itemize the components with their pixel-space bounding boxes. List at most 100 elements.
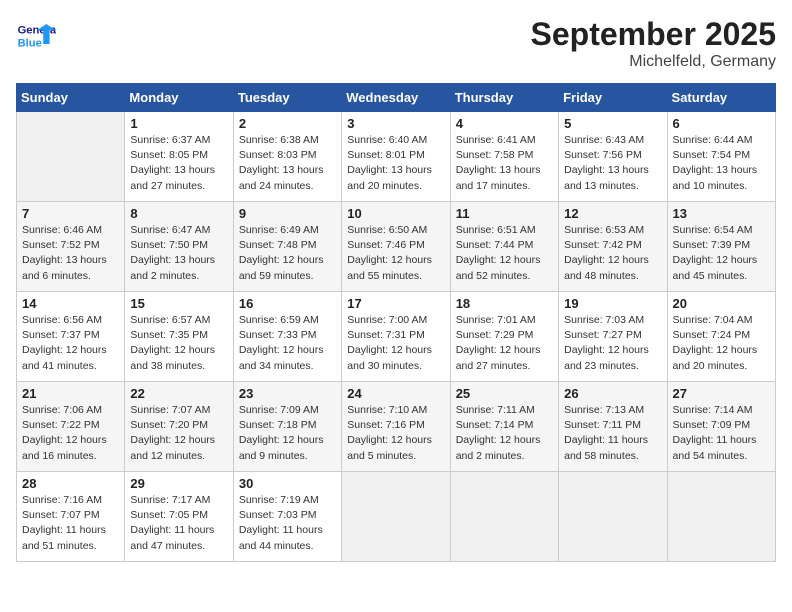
day-number: 24 (347, 386, 444, 401)
day-info: Sunrise: 6:44 AM Sunset: 7:54 PM Dayligh… (673, 133, 770, 194)
day-info: Sunrise: 7:16 AM Sunset: 7:07 PM Dayligh… (22, 493, 119, 554)
day-number: 2 (239, 116, 336, 131)
day-number: 22 (130, 386, 227, 401)
calendar-cell: 22 Sunrise: 7:07 AM Sunset: 7:20 PM Dayli… (125, 382, 233, 472)
day-number: 6 (673, 116, 770, 131)
day-info: Sunrise: 6:47 AM Sunset: 7:50 PM Dayligh… (130, 223, 227, 284)
weekday-header-sunday: Sunday (17, 84, 125, 112)
calendar-cell (17, 112, 125, 202)
day-number: 13 (673, 206, 770, 221)
day-info: Sunrise: 6:54 AM Sunset: 7:39 PM Dayligh… (673, 223, 770, 284)
calendar-week-3: 14 Sunrise: 6:56 AM Sunset: 7:37 PM Dayli… (17, 292, 776, 382)
calendar-cell: 7 Sunrise: 6:46 AM Sunset: 7:52 PM Daylig… (17, 202, 125, 292)
calendar-cell: 6 Sunrise: 6:44 AM Sunset: 7:54 PM Daylig… (667, 112, 775, 202)
day-number: 5 (564, 116, 661, 131)
calendar-cell (342, 472, 450, 562)
day-info: Sunrise: 7:14 AM Sunset: 7:09 PM Dayligh… (673, 403, 770, 464)
day-number: 26 (564, 386, 661, 401)
calendar-table: SundayMondayTuesdayWednesdayThursdayFrid… (16, 83, 776, 562)
day-info: Sunrise: 7:07 AM Sunset: 7:20 PM Dayligh… (130, 403, 227, 464)
calendar-cell: 23 Sunrise: 7:09 AM Sunset: 7:18 PM Dayli… (233, 382, 341, 472)
calendar-cell: 1 Sunrise: 6:37 AM Sunset: 8:05 PM Daylig… (125, 112, 233, 202)
weekday-header-thursday: Thursday (450, 84, 558, 112)
calendar-cell: 30 Sunrise: 7:19 AM Sunset: 7:03 PM Dayli… (233, 472, 341, 562)
day-info: Sunrise: 7:03 AM Sunset: 7:27 PM Dayligh… (564, 313, 661, 374)
day-number: 10 (347, 206, 444, 221)
calendar-cell: 25 Sunrise: 7:11 AM Sunset: 7:14 PM Dayli… (450, 382, 558, 472)
day-number: 30 (239, 476, 336, 491)
day-info: Sunrise: 6:49 AM Sunset: 7:48 PM Dayligh… (239, 223, 336, 284)
calendar-cell: 21 Sunrise: 7:06 AM Sunset: 7:22 PM Dayli… (17, 382, 125, 472)
calendar-cell: 11Sunrise: 6:51 AM Sunset: 7:44 PM Dayli… (450, 202, 558, 292)
day-number: 4 (456, 116, 553, 131)
location: Michelfeld, Germany (531, 53, 776, 71)
calendar-cell: 15Sunrise: 6:57 AM Sunset: 7:35 PM Dayli… (125, 292, 233, 382)
logo-icon: General Blue (16, 16, 56, 56)
day-info: Sunrise: 6:56 AM Sunset: 7:37 PM Dayligh… (22, 313, 119, 374)
day-number: 14 (22, 296, 119, 311)
day-info: Sunrise: 6:46 AM Sunset: 7:52 PM Dayligh… (22, 223, 119, 284)
day-info: Sunrise: 6:40 AM Sunset: 8:01 PM Dayligh… (347, 133, 444, 194)
day-info: Sunrise: 6:43 AM Sunset: 7:56 PM Dayligh… (564, 133, 661, 194)
calendar-cell: 9 Sunrise: 6:49 AM Sunset: 7:48 PM Daylig… (233, 202, 341, 292)
day-number: 3 (347, 116, 444, 131)
day-info: Sunrise: 7:17 AM Sunset: 7:05 PM Dayligh… (130, 493, 227, 554)
day-number: 17 (347, 296, 444, 311)
day-number: 23 (239, 386, 336, 401)
day-info: Sunrise: 6:59 AM Sunset: 7:33 PM Dayligh… (239, 313, 336, 374)
logo: General Blue (16, 16, 60, 56)
weekday-header-friday: Friday (559, 84, 667, 112)
calendar-cell: 5 Sunrise: 6:43 AM Sunset: 7:56 PM Daylig… (559, 112, 667, 202)
month-title: September 2025 (531, 16, 776, 53)
calendar-cell: 12 Sunrise: 6:53 AM Sunset: 7:42 PM Dayli… (559, 202, 667, 292)
calendar-cell: 10 Sunrise: 6:50 AM Sunset: 7:46 PM Dayli… (342, 202, 450, 292)
calendar-cell: 29 Sunrise: 7:17 AM Sunset: 7:05 PM Dayli… (125, 472, 233, 562)
day-info: Sunrise: 6:37 AM Sunset: 8:05 PM Dayligh… (130, 133, 227, 194)
calendar-cell: 19 Sunrise: 7:03 AM Sunset: 7:27 PM Dayli… (559, 292, 667, 382)
page-header: General Blue September 2025 Michelfeld, … (16, 16, 776, 71)
weekday-header-wednesday: Wednesday (342, 84, 450, 112)
weekday-header-monday: Monday (125, 84, 233, 112)
day-number: 28 (22, 476, 119, 491)
calendar-cell: 18 Sunrise: 7:01 AM Sunset: 7:29 PM Dayli… (450, 292, 558, 382)
weekday-header-tuesday: Tuesday (233, 84, 341, 112)
day-info: Sunrise: 6:38 AM Sunset: 8:03 PM Dayligh… (239, 133, 336, 194)
calendar-week-2: 7 Sunrise: 6:46 AM Sunset: 7:52 PM Daylig… (17, 202, 776, 292)
day-number: 21 (22, 386, 119, 401)
day-info: Sunrise: 7:06 AM Sunset: 7:22 PM Dayligh… (22, 403, 119, 464)
day-info: Sunrise: 7:11 AM Sunset: 7:14 PM Dayligh… (456, 403, 553, 464)
calendar-cell: 26Sunrise: 7:13 AM Sunset: 7:11 PM Dayli… (559, 382, 667, 472)
svg-text:General: General (18, 25, 56, 37)
day-number: 1 (130, 116, 227, 131)
day-info: Sunrise: 7:04 AM Sunset: 7:24 PM Dayligh… (673, 313, 770, 374)
title-block: September 2025 Michelfeld, Germany (531, 16, 776, 71)
day-info: Sunrise: 6:41 AM Sunset: 7:58 PM Dayligh… (456, 133, 553, 194)
day-info: Sunrise: 7:01 AM Sunset: 7:29 PM Dayligh… (456, 313, 553, 374)
calendar-week-5: 28 Sunrise: 7:16 AM Sunset: 7:07 PM Dayli… (17, 472, 776, 562)
day-info: Sunrise: 7:09 AM Sunset: 7:18 PM Dayligh… (239, 403, 336, 464)
day-info: Sunrise: 7:10 AM Sunset: 7:16 PM Dayligh… (347, 403, 444, 464)
day-number: 29 (130, 476, 227, 491)
calendar-cell: 3 Sunrise: 6:40 AM Sunset: 8:01 PM Daylig… (342, 112, 450, 202)
day-number: 19 (564, 296, 661, 311)
calendar-week-4: 21 Sunrise: 7:06 AM Sunset: 7:22 PM Dayli… (17, 382, 776, 472)
day-number: 18 (456, 296, 553, 311)
weekday-header-row: SundayMondayTuesdayWednesdayThursdayFrid… (17, 84, 776, 112)
day-info: Sunrise: 7:19 AM Sunset: 7:03 PM Dayligh… (239, 493, 336, 554)
calendar-cell (450, 472, 558, 562)
day-number: 7 (22, 206, 119, 221)
calendar-cell: 24 Sunrise: 7:10 AM Sunset: 7:16 PM Dayli… (342, 382, 450, 472)
day-number: 12 (564, 206, 661, 221)
day-info: Sunrise: 6:50 AM Sunset: 7:46 PM Dayligh… (347, 223, 444, 284)
day-number: 9 (239, 206, 336, 221)
calendar-cell: 4 Sunrise: 6:41 AM Sunset: 7:58 PM Daylig… (450, 112, 558, 202)
day-info: Sunrise: 6:53 AM Sunset: 7:42 PM Dayligh… (564, 223, 661, 284)
calendar-cell: 8 Sunrise: 6:47 AM Sunset: 7:50 PM Daylig… (125, 202, 233, 292)
weekday-header-saturday: Saturday (667, 84, 775, 112)
calendar-cell: 2 Sunrise: 6:38 AM Sunset: 8:03 PM Daylig… (233, 112, 341, 202)
day-number: 8 (130, 206, 227, 221)
calendar-cell: 28 Sunrise: 7:16 AM Sunset: 7:07 PM Dayli… (17, 472, 125, 562)
calendar-cell: 20Sunrise: 7:04 AM Sunset: 7:24 PM Dayli… (667, 292, 775, 382)
calendar-cell (559, 472, 667, 562)
day-number: 25 (456, 386, 553, 401)
